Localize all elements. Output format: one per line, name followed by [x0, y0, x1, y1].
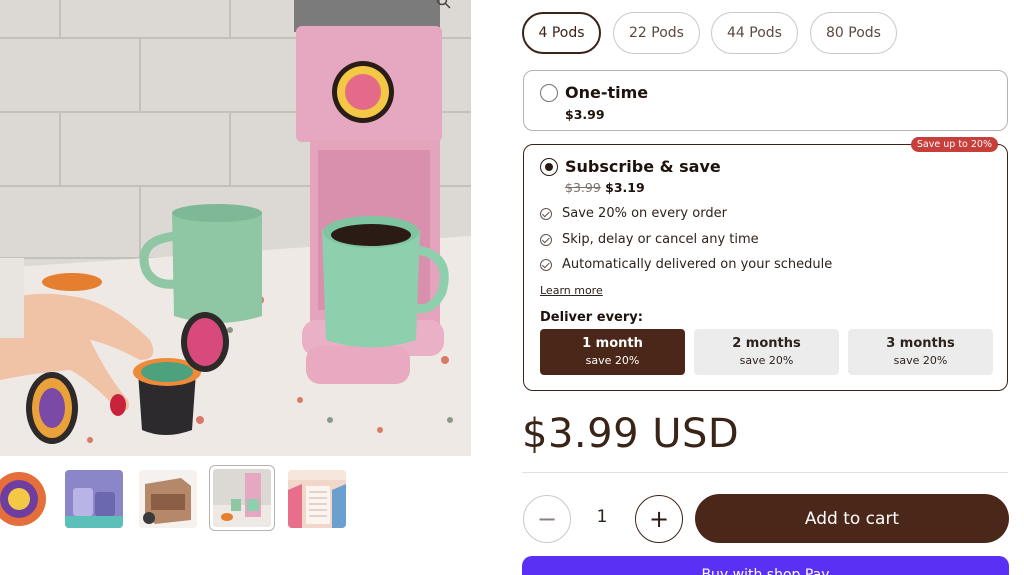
- thumb-pod-lid[interactable]: [0, 470, 48, 528]
- benefit-text: Automatically delivered on your schedule: [562, 257, 833, 272]
- one-time-radio[interactable]: [540, 84, 558, 102]
- pod-lid-image: [0, 470, 48, 528]
- check-circle-icon: [540, 258, 552, 271]
- thumbnail-strip: [0, 465, 471, 532]
- learn-more-link[interactable]: Learn more: [540, 284, 603, 297]
- frequency-1-month[interactable]: 1 month save 20%: [540, 329, 685, 375]
- frequency-label: 1 month: [582, 336, 643, 351]
- one-time-option[interactable]: One-time $3.99: [523, 70, 1008, 131]
- subscribe-old-price: $3.99: [565, 180, 601, 195]
- deliver-every-label: Deliver every:: [540, 310, 643, 325]
- frequency-3-months[interactable]: 3 months save 20%: [848, 329, 993, 375]
- info-card-image: [288, 470, 346, 528]
- benefit-item: Skip, delay or cancel any time: [540, 232, 759, 247]
- benefit-item: Save 20% on every order: [540, 206, 727, 221]
- quantity-decrease-button[interactable]: −: [523, 495, 571, 543]
- benefit-text: Save 20% on every order: [562, 206, 727, 221]
- pod-option-80[interactable]: 80 Pods: [810, 12, 897, 54]
- frequency-savings: save 20%: [893, 354, 948, 367]
- one-time-title: One-time: [565, 83, 649, 102]
- subscribe-price: $3.99 $3.19: [565, 180, 645, 195]
- product-price: $3.99 USD: [522, 411, 740, 457]
- coffee-maker-thumb-image: [213, 469, 271, 527]
- frequency-2-months[interactable]: 2 months save 20%: [694, 329, 839, 375]
- quantity-value[interactable]: 1: [590, 507, 614, 527]
- product-main-image[interactable]: [0, 0, 471, 456]
- thumb-product-box[interactable]: [139, 470, 197, 528]
- pod-option-22[interactable]: 22 Pods: [613, 12, 700, 54]
- benefit-text: Skip, delay or cancel any time: [562, 232, 759, 247]
- subscribe-new-price: $3.19: [605, 180, 645, 195]
- thumb-purple-mugs[interactable]: [65, 470, 123, 528]
- check-circle-icon: [540, 233, 552, 246]
- purple-mugs-image: [65, 470, 123, 528]
- benefit-item: Automatically delivered on your schedule: [540, 257, 832, 272]
- thumb-coffee-maker[interactable]: [209, 465, 275, 531]
- pod-option-44[interactable]: 44 Pods: [711, 12, 798, 54]
- one-time-price: $3.99: [565, 107, 605, 122]
- save-badge: Save up to 20%: [910, 137, 998, 152]
- quantity-increase-button[interactable]: +: [635, 495, 683, 543]
- subscribe-radio[interactable]: [540, 158, 558, 176]
- add-to-cart-button[interactable]: Add to cart: [695, 494, 1009, 543]
- subscribe-title: Subscribe & save: [565, 157, 721, 176]
- frequency-savings: save 20%: [585, 354, 640, 367]
- check-circle-icon: [540, 207, 552, 220]
- frequency-label: 2 months: [732, 336, 801, 351]
- thumb-info-card[interactable]: [288, 470, 346, 528]
- frequency-label: 3 months: [886, 336, 955, 351]
- shop-pay-button[interactable]: Buy with shop Pay: [522, 556, 1009, 575]
- pod-option-4[interactable]: 4 Pods: [522, 12, 601, 54]
- coffee-maker-photo: [0, 0, 471, 456]
- product-box-image: [139, 470, 197, 528]
- subscribe-option[interactable]: Save up to 20% Subscribe & save $3.99 $3…: [523, 137, 1008, 391]
- frequency-savings: save 20%: [739, 354, 794, 367]
- zoom-icon[interactable]: [436, 0, 452, 10]
- divider: [522, 472, 1008, 473]
